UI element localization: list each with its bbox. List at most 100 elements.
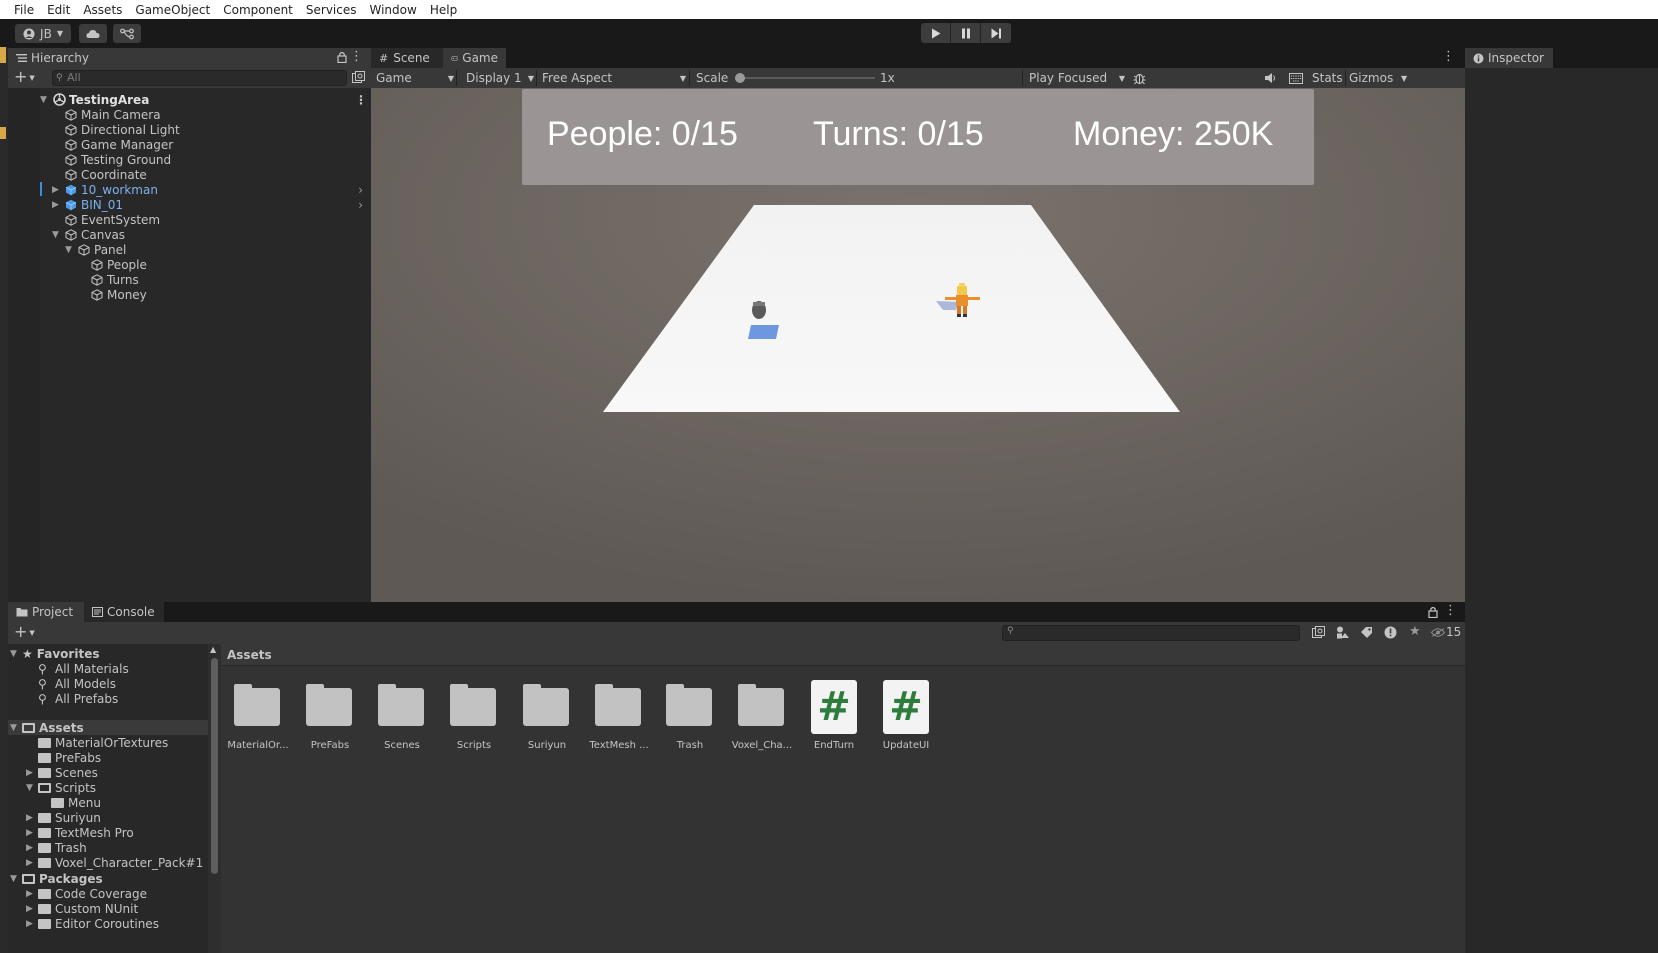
- folder-item[interactable]: Menu: [51, 795, 101, 810]
- kebab-menu-icon[interactable]: ⋮: [1442, 49, 1455, 64]
- expand-triangle-icon[interactable]: ▶: [26, 843, 38, 853]
- asset-folder[interactable]: Scripts: [437, 678, 511, 751]
- breadcrumb-assets[interactable]: Assets: [227, 648, 272, 662]
- package-item[interactable]: ▶ Custom NUnit: [26, 901, 138, 916]
- asset-script[interactable]: # EndTurn: [797, 678, 871, 751]
- expand-triangle-icon[interactable]: ▼: [65, 245, 77, 255]
- asset-folder[interactable]: MaterialOr...: [221, 678, 295, 751]
- expand-triangle-icon[interactable]: ▶: [26, 813, 38, 823]
- filter-by-label-icon[interactable]: [1360, 626, 1373, 642]
- kebab-menu-icon[interactable]: ⋮: [350, 49, 363, 64]
- kebab-menu-icon[interactable]: ⋮: [1444, 603, 1457, 618]
- pause-button[interactable]: [951, 23, 981, 43]
- menu-window[interactable]: Window: [370, 3, 417, 17]
- hierarchy-item[interactable]: Directional Light: [64, 122, 180, 137]
- folder-item[interactable]: ▶ Suriyun: [26, 810, 101, 825]
- asset-folder[interactable]: Trash: [653, 678, 727, 751]
- tab-scene[interactable]: # Scene: [371, 48, 443, 68]
- favorite-item[interactable]: ⚲ All Models: [38, 676, 116, 691]
- aspect-select[interactable]: Free Aspect ▼: [542, 68, 686, 88]
- expand-triangle-icon[interactable]: ▶: [26, 904, 38, 914]
- hierarchy-item[interactable]: Money: [90, 287, 147, 302]
- asset-folder[interactable]: TextMesh ...: [582, 678, 656, 751]
- step-button[interactable]: [981, 23, 1011, 43]
- display-select[interactable]: Display 1 ▼: [466, 68, 534, 88]
- hierarchy-item[interactable]: Turns: [90, 272, 139, 287]
- hierarchy-item[interactable]: Testing Ground: [64, 152, 171, 167]
- expand-triangle-icon[interactable]: ▼: [10, 649, 22, 659]
- folder-item[interactable]: ▶ Scenes: [26, 765, 98, 780]
- project-search-input[interactable]: ⚲: [1002, 625, 1300, 641]
- tab-console[interactable]: Console: [84, 602, 164, 622]
- expand-triangle-icon[interactable]: ▶: [26, 889, 38, 899]
- menu-gameobject[interactable]: GameObject: [135, 3, 210, 17]
- favorite-star-icon[interactable]: ★: [1409, 624, 1421, 639]
- scale-slider-thumb[interactable]: [735, 73, 745, 83]
- hierarchy-item[interactable]: EventSystem: [64, 212, 160, 227]
- tab-hierarchy[interactable]: Hierarchy ⋮: [8, 48, 371, 68]
- lock-icon[interactable]: [1428, 606, 1438, 621]
- hidden-packages-toggle[interactable]: 15: [1431, 625, 1461, 639]
- scene-row[interactable]: ▼ TestingArea ⋮: [40, 92, 371, 107]
- expand-triangle-icon[interactable]: ▶: [26, 919, 38, 929]
- hierarchy-item[interactable]: ▼ Canvas: [52, 227, 125, 242]
- folder-item[interactable]: ▶ TextMesh Pro: [26, 825, 134, 840]
- collab-button[interactable]: [113, 24, 141, 43]
- favorite-item[interactable]: ⚲ All Materials: [38, 661, 129, 676]
- assets-header[interactable]: ▼ Assets: [8, 720, 208, 735]
- tab-game[interactable]: Game: [443, 48, 506, 68]
- menu-services[interactable]: Services: [306, 3, 357, 17]
- project-tree-scrollbar[interactable]: ▲: [208, 644, 221, 953]
- hierarchy-item[interactable]: ▼ Panel: [65, 242, 126, 257]
- add-object-button[interactable]: + ▼: [14, 68, 35, 87]
- asset-script[interactable]: # UpdateUI: [869, 678, 943, 751]
- menu-edit[interactable]: Edit: [47, 3, 70, 17]
- package-item[interactable]: ▶ Editor Coroutines: [26, 916, 159, 931]
- hierarchy-item-prefab[interactable]: ▶ BIN_01 ›: [52, 197, 371, 212]
- favorite-item[interactable]: ⚲ All Prefabs: [38, 691, 118, 706]
- hierarchy-item[interactable]: Main Camera: [64, 107, 161, 122]
- folder-item[interactable]: ▼ Scripts: [26, 780, 96, 795]
- create-asset-button[interactable]: + ▼: [14, 623, 35, 642]
- folder-item[interactable]: ▶ Voxel_Character_Pack#1: [26, 855, 203, 870]
- menu-assets[interactable]: Assets: [83, 3, 122, 17]
- hierarchy-search-input[interactable]: ⚲ All: [52, 70, 347, 86]
- debug-toggle[interactable]: [1133, 68, 1146, 88]
- hierarchy-item[interactable]: People: [90, 257, 147, 272]
- hierarchy-item[interactable]: Coordinate: [64, 167, 147, 182]
- expand-triangle-icon[interactable]: ▶: [26, 858, 38, 868]
- account-dropdown[interactable]: JB ▼: [15, 24, 71, 43]
- scene-visibility-icon[interactable]: [352, 71, 365, 87]
- mute-audio-toggle[interactable]: [1264, 68, 1277, 88]
- expand-triangle-icon[interactable]: ▼: [10, 874, 22, 884]
- play-mode-select[interactable]: Play Focused ▼: [1029, 68, 1125, 88]
- chevron-right-icon[interactable]: ›: [358, 183, 363, 197]
- lock-icon[interactable]: [337, 51, 347, 66]
- asset-folder[interactable]: PreFabs: [293, 678, 367, 751]
- expand-triangle-icon[interactable]: ▶: [26, 768, 38, 778]
- asset-folder[interactable]: Scenes: [365, 678, 439, 751]
- search-in-scene-icon[interactable]: [1312, 626, 1325, 642]
- shortcuts-toggle[interactable]: [1289, 68, 1303, 88]
- kebab-menu-icon[interactable]: ⋮: [355, 93, 367, 107]
- hierarchy-item-prefab[interactable]: ▶ 10_workman ›: [52, 182, 371, 197]
- warning-filter-icon[interactable]: [1384, 626, 1397, 642]
- expand-triangle-icon[interactable]: ▼: [26, 783, 38, 793]
- expand-triangle-icon[interactable]: ▼: [10, 723, 22, 733]
- folder-item[interactable]: PreFabs: [38, 750, 101, 765]
- scroll-up-arrow-icon[interactable]: ▲: [210, 645, 216, 654]
- folder-item[interactable]: ▶ Trash: [26, 840, 87, 855]
- menu-component[interactable]: Component: [223, 3, 293, 17]
- asset-folder[interactable]: Suriyun: [510, 678, 584, 751]
- hierarchy-item[interactable]: Game Manager: [64, 137, 173, 152]
- scrollbar-thumb[interactable]: [211, 658, 218, 874]
- filter-by-type-icon[interactable]: [1336, 626, 1350, 642]
- folder-item[interactable]: MaterialOrTextures: [38, 735, 168, 750]
- menu-file[interactable]: File: [14, 3, 34, 17]
- expand-triangle-icon[interactable]: ▶: [52, 185, 64, 195]
- stats-button[interactable]: Stats: [1312, 68, 1343, 88]
- package-item[interactable]: ▶ Code Coverage: [26, 886, 147, 901]
- gizmos-dropdown[interactable]: ▼: [1401, 68, 1407, 88]
- play-button[interactable]: [921, 23, 951, 43]
- expand-triangle-icon[interactable]: ▶: [52, 200, 64, 210]
